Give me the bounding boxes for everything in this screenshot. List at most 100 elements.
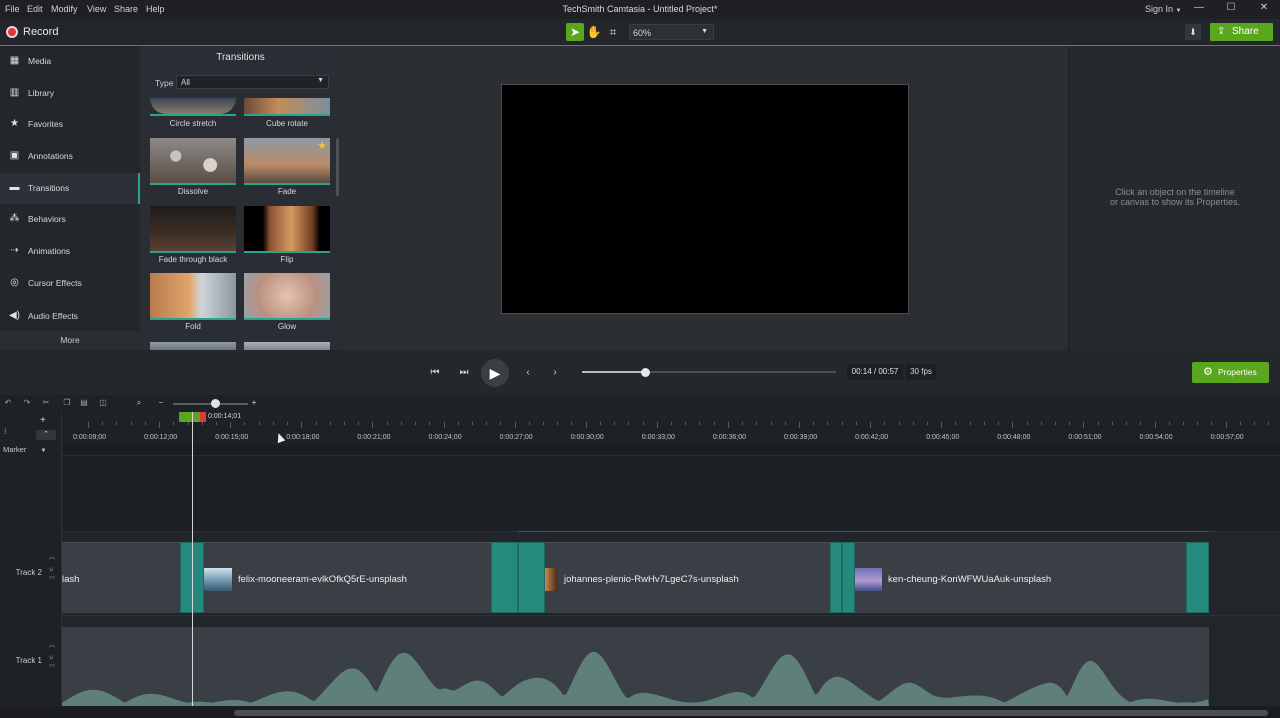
clip-previous[interactable]: lash [62,542,184,613]
paste-icon[interactable]: ▤ [78,397,90,409]
sidebar-item-media[interactable]: ▦ Media [0,46,140,77]
step-back-icon[interactable]: ⏮ [426,364,444,382]
transition-thumbnail-partial[interactable] [150,342,236,350]
cut-icon[interactable]: ✂ [40,397,52,409]
ruler-tick [230,422,232,428]
favorite-star-icon[interactable]: ★ [317,139,327,152]
ruler-tick-label: 0:00:18;00 [286,434,320,441]
sidebar-item-favorites[interactable]: ★ Favorites [0,109,140,140]
sidebar-item-audio-effects[interactable]: ◀) Audio Effects [0,301,140,332]
clip-felix[interactable]: felix-mooneeram-evlkOfkQ5rE-unsplash [184,542,496,613]
panel-scrollbar[interactable] [336,138,339,196]
collapse-icon[interactable]: ⌃ [36,430,56,440]
minimize-icon[interactable]: — [1189,2,1209,17]
ruler-tick [742,422,744,425]
sidebar-item-behaviors[interactable]: ⁂ Behaviors [0,204,140,235]
copy-icon[interactable]: ❐ [61,397,73,409]
tools-sidebar: ▦ Media ▥ Library ★ Favorites ▣ Annotati… [0,46,140,350]
timeline-ruler[interactable]: 0:00:09;00 0:00:12;00 0:00:15;00 0:00:18;00… [62,412,1280,445]
ruler-tick [656,422,658,428]
ruler-tick [173,422,175,425]
next-icon[interactable]: › [546,364,564,382]
scrub-knob[interactable] [641,368,650,377]
ruler-tick-label: 0:00:27;00 [499,434,533,441]
zoom-search-icon[interactable]: ⌕ [133,397,145,409]
timeline-scroll-thumb[interactable] [234,710,1268,716]
ruler-tick [215,422,217,425]
transition-block[interactable] [1186,542,1209,613]
zoom-dropdown[interactable]: 60% ▼ [629,24,714,40]
playhead-time: 0:00:14;01 [208,413,242,420]
empty-track-area[interactable] [62,455,1280,531]
sidebar-item-annotations[interactable]: ▣ Annotations [0,141,140,172]
track-options-icon[interactable]: ⁝ [4,427,7,436]
more-button[interactable]: More [0,331,140,350]
marker-dropdown[interactable]: Marker ▼ [3,445,46,454]
share-button[interactable]: ⇪ Share [1210,23,1273,41]
previous-icon[interactable]: ‹ [519,364,537,382]
record-button[interactable]: Record [23,26,58,38]
ruler-tick [713,422,715,425]
ruler-tick [1225,422,1227,428]
clip-label: lash [62,574,80,585]
thumb-label: Flip [280,255,294,264]
ruler-tick [130,422,132,425]
play-button[interactable]: ▶ [481,359,509,387]
chevron-down-icon: ▼ [40,448,47,454]
ruler-tick [614,422,616,425]
undo-icon[interactable]: ↶ [2,397,14,409]
record-icon[interactable] [6,26,18,38]
ruler-tick [685,422,687,425]
close-icon[interactable]: ✕ [1254,2,1274,17]
properties-button[interactable]: ⚙ Properties [1192,362,1269,383]
playhead-out-marker[interactable] [200,412,206,422]
clip-ken-cheung[interactable]: ken-cheung-KonWFWUaAuk-unsplash [836,542,1209,613]
ruler-tick [471,422,473,425]
transition-fade[interactable]: ★ Fade [244,138,330,198]
thumb-underline [150,183,236,185]
properties-hint: Click an object on the timeline or canva… [1069,187,1280,207]
add-track-icon[interactable]: + [40,415,46,426]
timeline-zoom-knob[interactable] [211,399,220,408]
redo-icon[interactable]: ↷ [21,397,33,409]
select-tool-icon[interactable]: ➤ [566,23,584,41]
ruler-tick-label: 0:00:36;00 [712,434,746,441]
group-outline [518,531,1209,532]
transition-dissolve[interactable]: Dissolve [150,138,236,198]
track-2-controls-icon[interactable]: ⌒ ∪ ▭ [49,558,55,582]
zoom-out-icon[interactable]: − [155,397,167,409]
transition-fold[interactable]: Fold [150,273,236,333]
split-icon[interactable]: ◫ [97,397,109,409]
sidebar-item-transitions[interactable]: ▬ Transitions [0,173,140,204]
thumb-label: Fade [277,187,297,196]
sign-in-button[interactable]: Sign In ▼ [1145,4,1182,14]
clip-label: johannes-plenio-RwHv7LgeC7s-unsplash [564,574,739,585]
timeline-toolbar: ↶ ↷ ✂ ❐ ▤ ◫ ⌕ − + [0,395,1280,412]
audio-clip[interactable] [62,627,1209,706]
crop-icon[interactable]: ⌗ [604,23,622,41]
transition-fade-through-black[interactable]: Fade through black [150,206,236,266]
transition-divider [517,542,519,613]
annotation-icon: ▣ [9,150,20,161]
type-label: Type [155,78,174,88]
transition-thumbnail-partial[interactable] [244,342,330,350]
zoom-in-icon[interactable]: + [248,397,260,409]
track-1-controls-icon[interactable]: ⌒ ∪ ▭ [49,646,55,670]
ruler-tick [841,422,843,425]
type-dropdown[interactable]: All ▼ [176,75,329,89]
transition-flip[interactable]: Flip [244,206,330,266]
sidebar-item-library[interactable]: ▥ Library [0,78,140,109]
ruler-tick [599,422,601,425]
maximize-icon[interactable]: ☐ [1221,2,1241,17]
pan-hand-icon[interactable]: ✋ [585,23,603,41]
sidebar-item-label: Behaviors [28,214,66,224]
download-icon[interactable]: ⬇ [1185,24,1201,40]
sidebar-item-animations[interactable]: ⇢ Animations [0,236,140,267]
sidebar-item-cursor-effects[interactable]: ◎ Cursor Effects [0,268,140,299]
step-forward-icon[interactable]: ⏭ [455,364,473,382]
ruler-tick-label: 0:00:12;00 [144,434,178,441]
clip-johannes[interactable]: johannes-plenio-RwHv7LgeC7s-unsplash [496,542,836,613]
preview-canvas[interactable] [501,84,909,314]
sidebar-item-label: Animations [28,246,71,256]
transition-glow[interactable]: Glow [244,273,330,333]
